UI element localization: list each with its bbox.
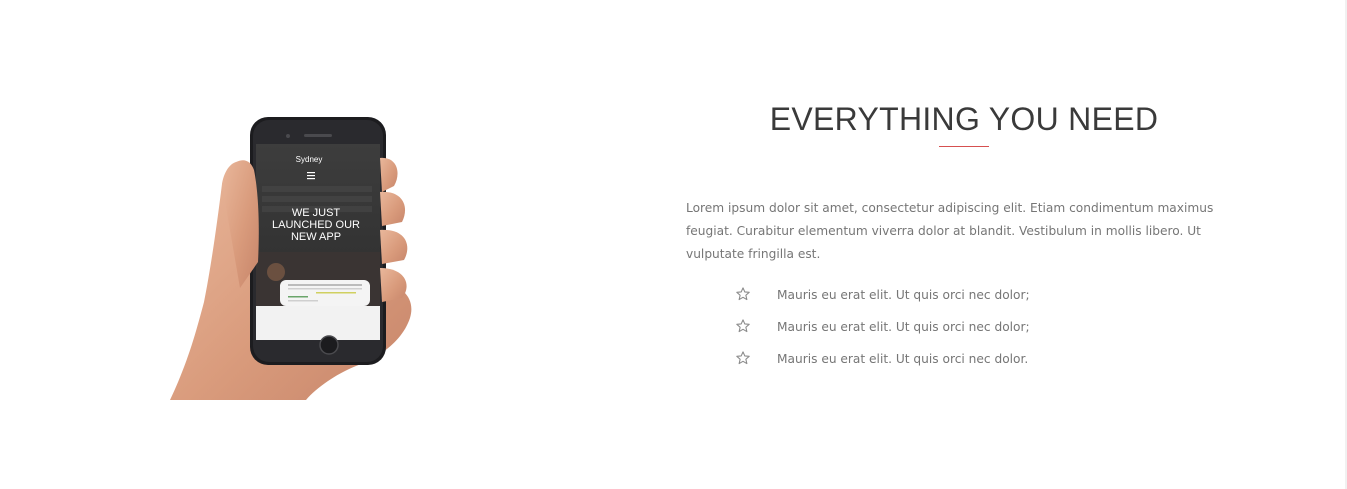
feature-list: Mauris eu erat elit. Ut quis orci nec do… — [686, 280, 1242, 376]
star-outline-icon — [736, 287, 750, 301]
feature-text: Mauris eu erat elit. Ut quis orci nec do… — [777, 288, 1030, 302]
phone-headline-line: LAUNCHED OUR — [272, 219, 360, 231]
star-outline-icon — [736, 319, 750, 333]
section-title: EVERYTHING YOU NEED — [769, 101, 1159, 137]
feature-text: Mauris eu erat elit. Ut quis orci nec do… — [777, 320, 1030, 334]
page: Sydney WE JUST LAUNCHED OUR NEW APP EVER… — [0, 0, 1347, 489]
intro-paragraph: Lorem ipsum dolor sit amet, consectetur … — [686, 201, 1214, 261]
feature-section: EVERYTHING YOU NEED Lorem ipsum dolor si… — [686, 98, 1242, 376]
home-button-icon — [319, 335, 339, 355]
list-item: Mauris eu erat elit. Ut quis orci nec do… — [686, 312, 1242, 344]
hamburger-icon — [307, 172, 315, 180]
feature-text: Mauris eu erat elit. Ut quis orci nec do… — [777, 352, 1029, 366]
phone-headline-line: WE JUST — [292, 207, 341, 219]
star-outline-icon — [736, 351, 750, 365]
phone-in-hand-illustration: Sydney WE JUST LAUNCHED OUR NEW APP — [170, 117, 412, 400]
title-divider — [939, 146, 989, 147]
list-item: Mauris eu erat elit. Ut quis orci nec do… — [686, 280, 1242, 312]
phone-headline-line: NEW APP — [291, 231, 341, 243]
list-item: Mauris eu erat elit. Ut quis orci nec do… — [686, 344, 1242, 376]
phone-in-hand-image: Sydney WE JUST LAUNCHED OUR NEW APP — [166, 112, 418, 400]
phone-brand-text: Sydney — [296, 155, 323, 164]
